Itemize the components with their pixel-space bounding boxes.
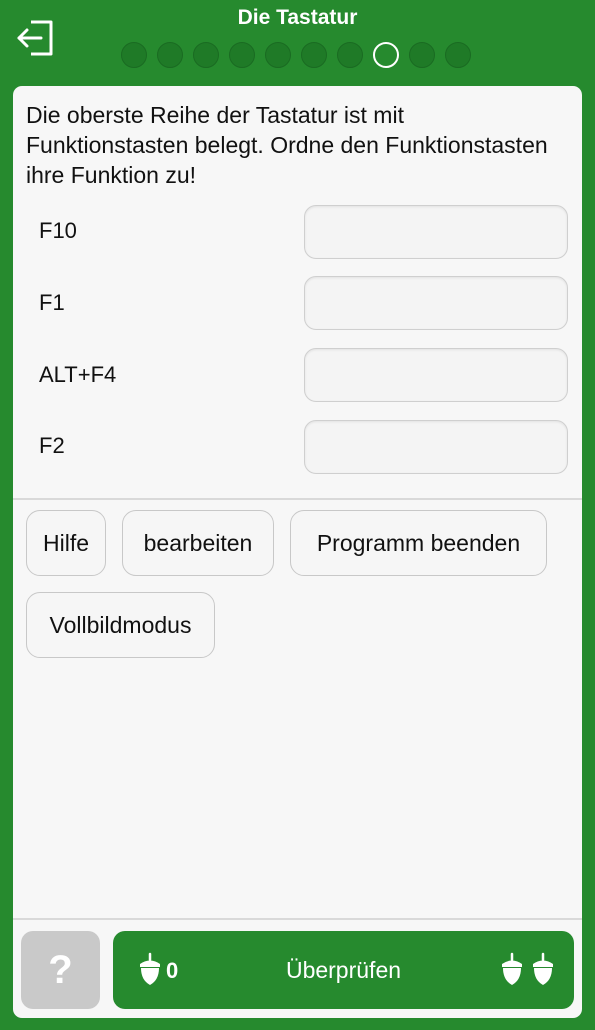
key-label-f2: F2: [39, 433, 65, 458]
option-chip-bearbeiten[interactable]: bearbeiten: [122, 510, 274, 576]
option-chip-vollbildmodus[interactable]: Vollbildmodus: [26, 592, 215, 658]
header: Die Tastatur: [0, 0, 595, 86]
option-chip-programm-beenden[interactable]: Programm beenden: [290, 510, 547, 576]
divider: [13, 498, 582, 500]
progress-indicator: [121, 42, 471, 68]
progress-dot: [193, 42, 219, 68]
progress-dot: [157, 42, 183, 68]
option-chip-hilfe[interactable]: Hilfe: [26, 510, 106, 576]
progress-dot: [229, 42, 255, 68]
progress-dot: [301, 42, 327, 68]
help-button[interactable]: ?: [21, 931, 100, 1009]
progress-dot: [409, 42, 435, 68]
divider: [13, 918, 582, 920]
exercise-card: Die oberste Reihe der Tastatur ist mit F…: [13, 86, 582, 1018]
acorn-icon: [502, 952, 522, 985]
question-text: Die oberste Reihe der Tastatur ist mit F…: [26, 102, 548, 188]
progress-dot: [121, 42, 147, 68]
key-label-f10: F10: [39, 218, 77, 243]
check-button[interactable]: 0 Überprüfen: [113, 931, 574, 1009]
progress-dot: [337, 42, 363, 68]
answer-slot-f10[interactable]: [304, 205, 568, 259]
progress-dot: [445, 42, 471, 68]
progress-dot-current: [373, 42, 399, 68]
progress-dot: [265, 42, 291, 68]
answer-slot-alt-f4[interactable]: [304, 348, 568, 402]
answer-slot-f2[interactable]: [304, 420, 568, 474]
answer-slot-f1[interactable]: [304, 276, 568, 330]
acorn-icon: [533, 952, 553, 985]
page-title: Die Tastatur: [237, 6, 358, 29]
key-label-alt-f4: ALT+F4: [39, 362, 117, 387]
key-label-f1: F1: [39, 290, 65, 315]
